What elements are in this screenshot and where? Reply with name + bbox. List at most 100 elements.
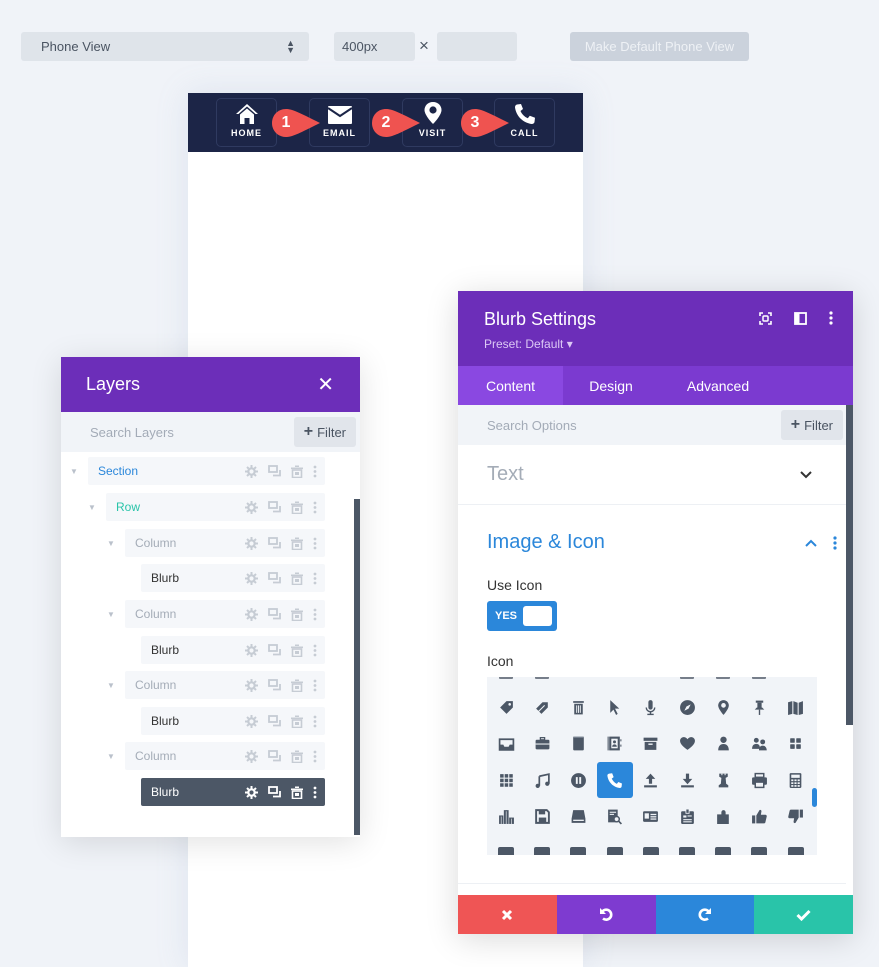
icon-option-partial[interactable] (751, 847, 768, 855)
layer-row-column[interactable]: Column (125, 529, 325, 557)
icon-option-user[interactable] (705, 726, 741, 762)
icon-option-partial[interactable] (787, 847, 804, 855)
icon-option-address-book[interactable] (597, 726, 633, 762)
more-options-icon[interactable] (313, 501, 317, 514)
trash-icon[interactable] (291, 572, 303, 585)
width-input[interactable]: 400px (334, 32, 415, 61)
trash-icon[interactable] (291, 786, 303, 799)
tab-advanced[interactable]: Advanced (659, 366, 777, 405)
search-options-input[interactable]: Search Options (487, 418, 577, 433)
icon-option-grid-2x2[interactable] (778, 726, 814, 762)
search-layers-input[interactable]: Search Layers (90, 425, 174, 440)
text-section-toggle[interactable]: Text (458, 445, 846, 505)
duplicate-icon[interactable] (268, 715, 281, 727)
gear-icon[interactable] (245, 749, 258, 763)
height-input[interactable] (437, 32, 517, 61)
more-options-icon[interactable] (313, 750, 317, 763)
icon-option-music[interactable] (524, 762, 560, 798)
gear-icon[interactable] (245, 500, 258, 514)
icon-option-briefcase[interactable] (524, 726, 560, 762)
more-options-icon[interactable] (313, 537, 317, 550)
icon-option-download[interactable] (669, 762, 705, 798)
trash-icon[interactable] (291, 501, 303, 514)
gear-icon[interactable] (245, 678, 258, 692)
icon-option-partial[interactable] (606, 847, 623, 855)
close-icon[interactable]: ✕ (317, 372, 334, 397)
layer-row-column[interactable]: Column (125, 671, 325, 699)
gear-icon[interactable] (245, 714, 258, 728)
duplicate-icon[interactable] (268, 644, 281, 656)
icon-option-id-card[interactable] (633, 799, 669, 835)
duplicate-icon[interactable] (268, 465, 281, 477)
icon-option-puzzle[interactable] (705, 799, 741, 835)
duplicate-icon[interactable] (268, 537, 281, 549)
more-options-icon[interactable] (313, 644, 317, 657)
icon-option-map-pin[interactable] (705, 689, 741, 725)
expand-caret-icon[interactable]: ▼ (107, 610, 115, 619)
icon-option-tag[interactable] (488, 689, 524, 725)
icon-option-id-badge[interactable] (669, 799, 705, 835)
trash-icon[interactable] (291, 537, 303, 550)
icon-option-users[interactable] (741, 726, 777, 762)
icon-option-partial[interactable] (715, 847, 732, 855)
expand-caret-icon[interactable]: ▼ (107, 752, 115, 761)
layer-row-column[interactable]: Column (125, 600, 325, 628)
section-options-icon[interactable] (833, 535, 837, 550)
icon-option-tags[interactable] (524, 689, 560, 725)
redo-button[interactable] (655, 895, 755, 934)
split-view-icon[interactable] (794, 311, 807, 325)
preset-dropdown[interactable]: Preset: Default ▾ (484, 337, 853, 351)
fullscreen-icon[interactable] (759, 311, 772, 325)
icon-option-compass[interactable] (669, 689, 705, 725)
layer-row-section[interactable]: Section (88, 457, 325, 485)
more-options-icon[interactable] (313, 715, 317, 728)
icon-option-partial[interactable] (535, 677, 550, 679)
expand-caret-icon[interactable]: ▼ (107, 539, 115, 548)
layer-row-row[interactable]: Row (106, 493, 325, 521)
gear-icon[interactable] (245, 607, 258, 621)
icon-option-partial[interactable] (716, 677, 731, 679)
icon-option-phone[interactable] (596, 762, 633, 798)
icon-option-building[interactable] (488, 799, 524, 835)
icon-option-pause[interactable] (560, 762, 596, 798)
icon-option-partial[interactable] (534, 847, 551, 855)
more-options-icon[interactable] (313, 786, 317, 799)
options-filter-button[interactable]: + Filter (780, 410, 843, 440)
icon-option-book[interactable] (560, 726, 596, 762)
trash-icon[interactable] (291, 644, 303, 657)
icon-option-heart[interactable] (669, 726, 705, 762)
undo-button[interactable] (556, 895, 656, 934)
icon-option-floppy[interactable] (524, 799, 560, 835)
icon-option-archive[interactable] (633, 726, 669, 762)
expand-caret-icon[interactable]: ▼ (88, 503, 96, 512)
trash-icon[interactable] (291, 679, 303, 692)
layer-row-blurb[interactable]: Blurb (141, 564, 325, 592)
icon-option-hard-drive[interactable] (560, 799, 596, 835)
icon-option-document-search[interactable] (597, 799, 633, 835)
expand-caret-icon[interactable]: ▼ (107, 681, 115, 690)
duplicate-icon[interactable] (268, 501, 281, 513)
layer-row-blurb[interactable]: Blurb (141, 778, 325, 806)
more-options-icon[interactable] (829, 311, 833, 325)
make-default-phone-view-button[interactable]: Make Default Phone View (570, 32, 749, 61)
trash-icon[interactable] (291, 465, 303, 478)
layer-row-column[interactable]: Column (125, 742, 325, 770)
trash-icon[interactable] (291, 750, 303, 763)
icon-option-partial[interactable] (680, 677, 694, 679)
icon-option-partial[interactable] (498, 847, 514, 855)
layer-row-blurb[interactable]: Blurb (141, 707, 325, 735)
icon-option-trash[interactable] (560, 689, 596, 725)
save-button[interactable] (754, 895, 853, 934)
layers-scrollbar[interactable] (354, 499, 360, 835)
icon-option-map[interactable] (778, 689, 814, 725)
layer-row-blurb[interactable]: Blurb (141, 636, 325, 664)
settings-scrollbar[interactable] (846, 405, 853, 725)
view-mode-select[interactable]: Phone View ▲ ▼ (21, 32, 309, 61)
trash-icon[interactable] (291, 608, 303, 621)
icon-option-thumbs-up[interactable] (741, 799, 777, 835)
duplicate-icon[interactable] (268, 750, 281, 762)
gear-icon[interactable] (245, 785, 258, 799)
icon-option-calculator[interactable] (778, 762, 814, 798)
trash-icon[interactable] (291, 715, 303, 728)
gear-icon[interactable] (245, 464, 258, 478)
